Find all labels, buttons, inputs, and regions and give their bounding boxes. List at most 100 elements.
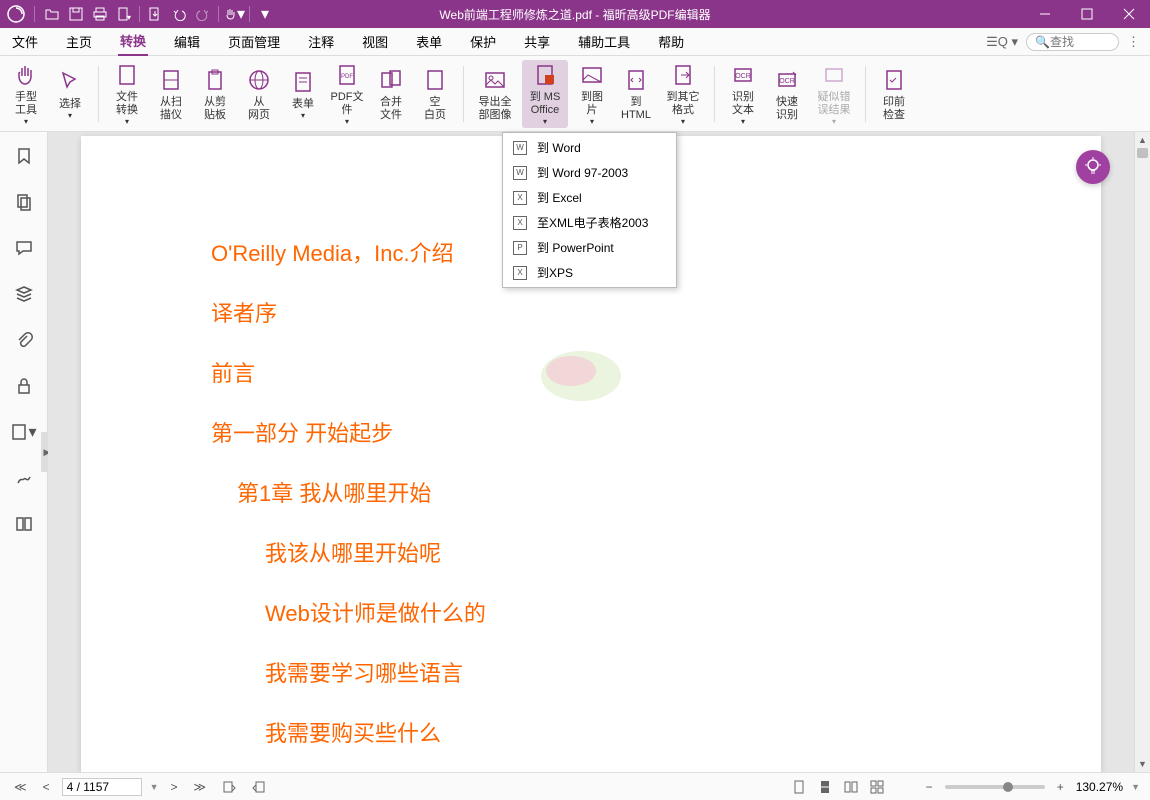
- file-type-icon: X: [513, 266, 527, 280]
- page-thumb2-icon[interactable]: [248, 778, 270, 796]
- menu-item[interactable]: 注释: [306, 28, 336, 55]
- export-icon[interactable]: [144, 3, 166, 25]
- globe-icon: [245, 66, 273, 94]
- redo-icon[interactable]: [192, 3, 214, 25]
- html-icon: [622, 66, 650, 94]
- bookmarks-icon[interactable]: [10, 142, 38, 170]
- zoom-out-button[interactable]: −: [922, 778, 937, 796]
- first-page-button[interactable]: ≪: [10, 778, 31, 796]
- fast-ocr-button[interactable]: OCR快速 识别: [767, 60, 807, 128]
- toc-entry[interactable]: 我需要学习哪些语言: [265, 656, 971, 688]
- zoom-dropdown-icon[interactable]: ▼: [1131, 782, 1140, 792]
- dropdown-item[interactable]: P到 PowerPoint: [503, 235, 676, 260]
- blank-page-button[interactable]: 空 白页: [415, 60, 455, 128]
- hand-cursor-icon[interactable]: ▾: [223, 3, 245, 25]
- select-tool-button[interactable]: 选择▾: [50, 60, 90, 128]
- zoom-slider[interactable]: [945, 785, 1045, 789]
- next-page-button[interactable]: >: [167, 778, 182, 796]
- menu-item[interactable]: 主页: [64, 28, 94, 55]
- menu-item[interactable]: 页面管理: [226, 28, 282, 55]
- toc-entry[interactable]: 我需要购买些什么: [265, 716, 971, 748]
- pages-icon[interactable]: [10, 188, 38, 216]
- page-number-input[interactable]: [62, 778, 142, 796]
- to-html-button[interactable]: 到 HTML: [616, 60, 656, 128]
- print-icon[interactable]: [89, 3, 111, 25]
- fields-icon[interactable]: ▾: [10, 418, 38, 446]
- maximize-button[interactable]: [1066, 0, 1108, 28]
- search-box[interactable]: 🔍: [1026, 33, 1119, 51]
- menu-item[interactable]: 表单: [414, 28, 444, 55]
- dropdown-item-label: 到 Excel: [537, 189, 582, 206]
- merge-button[interactable]: 合并 文件: [371, 60, 411, 128]
- ocr-text-button[interactable]: OCR识别 文本▾: [723, 60, 763, 128]
- dropdown-item[interactable]: X到 Excel: [503, 185, 676, 210]
- from-clipboard-button[interactable]: 从剪 贴板: [195, 60, 235, 128]
- menu-item[interactable]: 视图: [360, 28, 390, 55]
- toc-entry[interactable]: Web设计师是做什么的: [265, 596, 971, 628]
- scrollbar-thumb[interactable]: [1137, 148, 1148, 158]
- two-page-view-icon[interactable]: [842, 778, 860, 796]
- to-office-button[interactable]: 到 MS Office▾: [522, 60, 568, 128]
- dropdown-item-label: 到 Word: [537, 139, 581, 156]
- image-icon: [481, 66, 509, 94]
- menu-item[interactable]: 保护: [468, 28, 498, 55]
- from-scanner-button[interactable]: 从扫 描仪: [151, 60, 191, 128]
- dropdown-item[interactable]: W到 Word 97-2003: [503, 160, 676, 185]
- new-doc-icon[interactable]: ▾: [113, 3, 135, 25]
- vertical-scrollbar[interactable]: ▲ ▼: [1134, 132, 1150, 772]
- hand-tool-button[interactable]: 手型 工具▾: [6, 60, 46, 128]
- page-thumb1-icon[interactable]: [218, 778, 240, 796]
- tips-bulb-button[interactable]: [1076, 150, 1110, 184]
- form-button[interactable]: 表单▾: [283, 60, 323, 128]
- menu-item[interactable]: 编辑: [172, 28, 202, 55]
- more-icon[interactable]: ⋮: [1127, 34, 1140, 50]
- menu-item[interactable]: 帮助: [656, 28, 686, 55]
- dropdown-item[interactable]: W 到 Word: [503, 135, 676, 160]
- find-settings-icon[interactable]: ☰Q ▾: [986, 34, 1018, 50]
- continuous-view-icon[interactable]: [816, 778, 834, 796]
- layers-icon[interactable]: [10, 280, 38, 308]
- page-dropdown-icon[interactable]: ▼: [150, 782, 159, 792]
- undo-icon[interactable]: [168, 3, 190, 25]
- from-web-button[interactable]: 从 网页: [239, 60, 279, 128]
- comments-icon[interactable]: [10, 234, 38, 262]
- menu-item[interactable]: 辅助工具: [576, 28, 632, 55]
- save-icon[interactable]: [65, 3, 87, 25]
- preflight-button[interactable]: 印前 检查: [874, 60, 914, 128]
- compare-icon[interactable]: [10, 510, 38, 538]
- zoom-slider-knob[interactable]: [1003, 782, 1013, 792]
- zoom-level-label: 130.27%: [1076, 780, 1123, 794]
- single-page-view-icon[interactable]: [790, 778, 808, 796]
- minimize-button[interactable]: [1024, 0, 1066, 28]
- two-continuous-view-icon[interactable]: [868, 778, 886, 796]
- qat-customize-icon[interactable]: ▾: [254, 3, 276, 25]
- fast-ocr-icon: OCR: [773, 66, 801, 94]
- dropdown-item[interactable]: X到XPS: [503, 260, 676, 285]
- dropdown-item[interactable]: X至XML电子表格2003: [503, 210, 676, 235]
- file-type-icon: W: [513, 141, 527, 155]
- file-convert-button[interactable]: 文件 转换▾: [107, 60, 147, 128]
- search-input[interactable]: [1050, 35, 1110, 49]
- menu-item[interactable]: 转换: [118, 27, 148, 56]
- to-image-button[interactable]: 到图 片▾: [572, 60, 612, 128]
- last-page-button[interactable]: ≫: [190, 778, 211, 796]
- zoom-in-button[interactable]: +: [1053, 778, 1068, 796]
- scroll-up-icon[interactable]: ▲: [1135, 132, 1150, 148]
- toc-entry[interactable]: 第一部分 开始起步: [211, 416, 971, 448]
- pdf-file-button[interactable]: PDFPDF文 件▾: [327, 60, 367, 128]
- export-images-button[interactable]: 导出全 部图像: [472, 60, 518, 128]
- menu-item[interactable]: 共享: [522, 28, 552, 55]
- toc-entry[interactable]: 我该从哪里开始呢: [265, 536, 971, 568]
- security-icon[interactable]: [10, 372, 38, 400]
- toc-entry[interactable]: 译者序: [211, 296, 971, 328]
- open-icon[interactable]: [41, 3, 63, 25]
- signatures-icon[interactable]: [10, 464, 38, 492]
- toc-entry[interactable]: 前言: [211, 356, 971, 388]
- scroll-down-icon[interactable]: ▼: [1135, 756, 1150, 772]
- menu-item[interactable]: 文件: [10, 28, 40, 55]
- prev-page-button[interactable]: <: [39, 778, 54, 796]
- to-other-button[interactable]: 到其它 格式▾: [660, 60, 706, 128]
- attachments-icon[interactable]: [10, 326, 38, 354]
- toc-entry[interactable]: 第1章 我从哪里开始: [237, 476, 971, 508]
- close-button[interactable]: [1108, 0, 1150, 28]
